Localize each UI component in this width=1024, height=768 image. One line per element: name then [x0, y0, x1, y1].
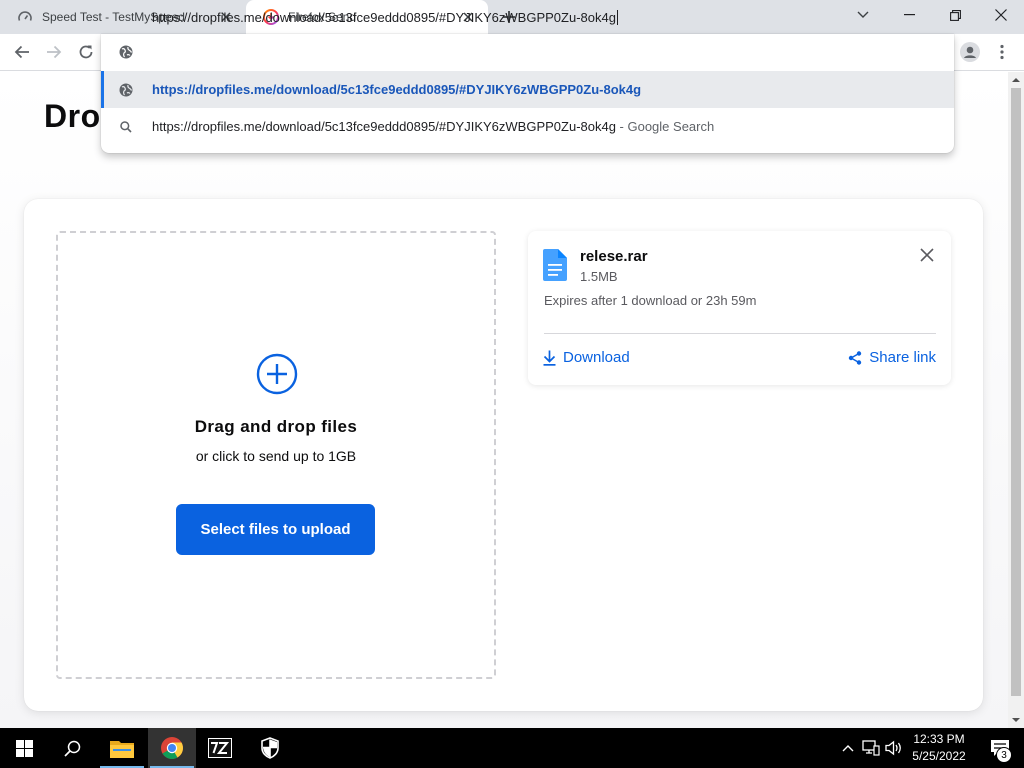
taskbar-chrome[interactable] — [148, 728, 196, 768]
dropzone-title: Drag and drop files — [194, 417, 358, 436]
text-caret — [616, 10, 618, 25]
reload-button[interactable] — [72, 38, 100, 66]
close-icon — [920, 248, 934, 262]
globe-icon — [118, 44, 134, 65]
menu-button[interactable] — [988, 38, 1016, 66]
omnibox-suggestion[interactable]: https://dropfiles.me/download/5c13fce9ed… — [101, 71, 954, 108]
close-window-button[interactable] — [978, 0, 1024, 30]
omnibox[interactable] — [101, 34, 954, 71]
avatar-icon — [960, 42, 980, 62]
tray-overflow-button[interactable] — [838, 738, 858, 758]
dropzone[interactable]: Drag and drop files or click to send up … — [56, 231, 496, 679]
arrow-right-icon — [47, 45, 62, 59]
search-icon — [63, 740, 80, 757]
omnibox-value: https://dropfiles.me/download/5c13fce9ed… — [152, 10, 616, 25]
kebab-menu-icon — [1000, 44, 1004, 60]
chevron-up-icon — [842, 745, 854, 752]
volume-icon — [885, 740, 901, 756]
globe-icon — [118, 82, 134, 98]
tray-network[interactable] — [861, 738, 881, 758]
clock-time: 12:33 PM — [913, 732, 965, 746]
download-icon — [543, 350, 556, 366]
omnibox-suggestion[interactable]: https://dropfiles.me/download/5c13fce9ed… — [101, 108, 954, 145]
share-label: Share link — [869, 349, 936, 366]
add-circle-icon — [256, 353, 298, 395]
tray-volume[interactable] — [884, 738, 904, 758]
download-link[interactable]: Download — [543, 349, 630, 366]
taskbar-security[interactable] — [246, 728, 294, 768]
upload-card: Drag and drop files or click to send up … — [24, 199, 983, 711]
profile-button[interactable] — [956, 38, 984, 66]
taskbar-file-explorer[interactable] — [98, 728, 146, 768]
scroll-up-icon[interactable] — [1012, 76, 1020, 84]
windows-start-icon — [15, 739, 33, 757]
tab-search-button[interactable] — [840, 0, 886, 30]
restore-button[interactable] — [932, 0, 978, 30]
suggestion-text: https://dropfiles.me/download/5c13fce9ed… — [152, 82, 642, 97]
speedometer-icon — [17, 9, 33, 25]
arrow-left-icon — [14, 45, 29, 59]
close-icon — [995, 9, 1007, 21]
search-icon — [118, 119, 134, 135]
select-files-button[interactable]: Select files to upload — [176, 504, 375, 555]
divider — [544, 333, 936, 334]
web-page: Drop Drag and drop files or click to sen… — [0, 72, 1008, 728]
notification-badge: 3 — [996, 747, 1012, 763]
minimize-button[interactable] — [886, 0, 932, 30]
file-name: relese.rar — [580, 248, 648, 265]
dropzone-subtitle: or click to send up to 1GB — [195, 448, 357, 464]
download-label: Download — [563, 349, 630, 366]
vertical-scrollbar[interactable] — [1008, 72, 1024, 728]
file-card: relese.rar 1.5MB Expires after 1 downloa… — [528, 231, 951, 385]
taskbar: 12:33 PM 5/25/2022 3 — [0, 728, 1024, 768]
file-size: 1.5MB — [580, 269, 618, 284]
back-button[interactable] — [8, 38, 36, 66]
suggestion-text: https://dropfiles.me/download/5c13fce9ed… — [152, 119, 616, 134]
system-clock[interactable]: 12:33 PM 5/25/2022 — [906, 731, 972, 765]
share-link[interactable]: Share link — [848, 349, 936, 366]
remove-file-button[interactable] — [917, 245, 937, 265]
omnibox-input[interactable]: https://dropfiles.me/download/5c13fce9ed… — [152, 10, 618, 25]
chrome-icon — [161, 737, 183, 759]
start-button[interactable] — [0, 728, 48, 768]
taskbar-7zip[interactable] — [196, 728, 244, 768]
share-icon — [849, 350, 862, 365]
suggestion-suffix: - Google Search — [615, 119, 715, 134]
forward-button[interactable] — [40, 38, 68, 66]
file-expiry: Expires after 1 download or 23h 59m — [544, 293, 757, 308]
network-icon — [862, 740, 880, 756]
action-center-button[interactable]: 3 — [976, 728, 1024, 768]
restore-icon — [949, 9, 961, 21]
omnibox-dropdown: https://dropfiles.me/download/5c13fce9ed… — [101, 34, 954, 153]
7zip-icon — [208, 738, 232, 758]
clock-date: 5/25/2022 — [912, 749, 966, 763]
scrollbar-thumb[interactable] — [1011, 88, 1021, 696]
taskbar-search-button[interactable] — [48, 728, 96, 768]
security-shield-icon — [261, 737, 279, 759]
document-icon — [543, 249, 567, 281]
reload-icon — [79, 45, 93, 59]
chevron-down-icon — [857, 11, 869, 18]
file-explorer-icon — [110, 741, 134, 758]
scroll-down-icon[interactable] — [1012, 716, 1020, 724]
minimize-icon — [903, 14, 915, 16]
